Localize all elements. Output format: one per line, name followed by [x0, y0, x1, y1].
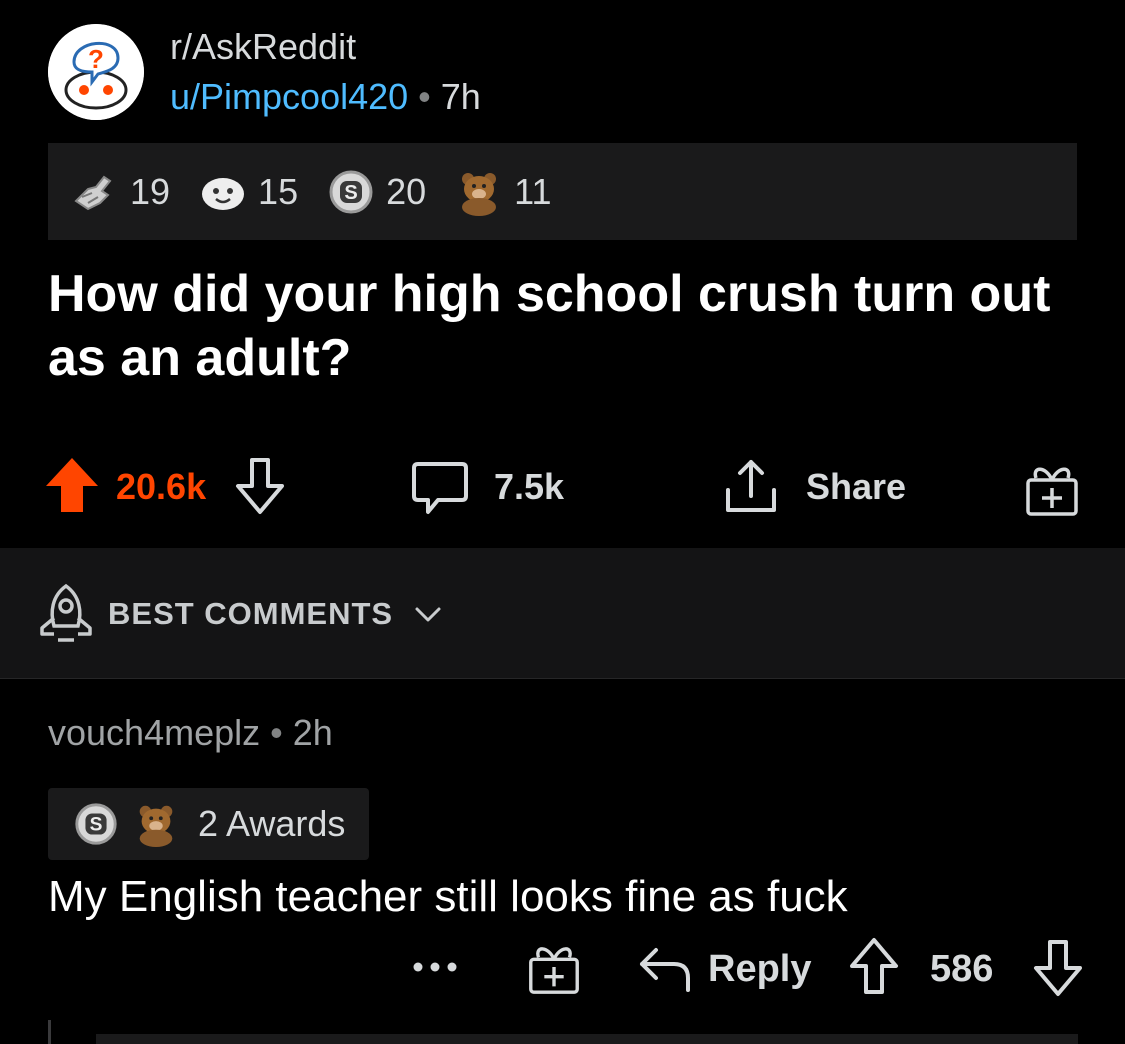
askreddit-logo-icon: ? — [48, 24, 144, 120]
comment-bubble-icon[interactable] — [410, 458, 470, 520]
post-title: How did your high school crush turn out … — [48, 265, 1051, 387]
post-score: 20.6k — [116, 466, 207, 507]
upvote-arrow-icon[interactable] — [44, 456, 100, 516]
meta-separator: • — [418, 76, 431, 117]
svg-text:S: S — [344, 182, 357, 204]
award-count: 19 — [130, 170, 171, 212]
comments-count[interactable]: 7.5k — [494, 466, 564, 508]
award-silver: S 20 — [326, 167, 426, 217]
rocket-icon — [40, 583, 92, 642]
comment-awards-count: 2 Awards — [198, 803, 346, 844]
helping-hand-award-icon — [74, 175, 112, 210]
chevron-down-icon[interactable] — [414, 600, 442, 628]
post-author[interactable]: u/Pimpcool420 — [170, 76, 408, 117]
award-count: 15 — [258, 170, 299, 212]
reply-button[interactable]: Reply — [708, 948, 811, 991]
subreddit-avatar[interactable]: ? — [48, 24, 144, 120]
silver-award-icon: S — [329, 170, 373, 213]
share-icon[interactable] — [722, 456, 780, 518]
award-bear: 11 — [454, 167, 552, 217]
comment-author[interactable]: vouch4meplz — [48, 712, 260, 753]
award-count: 20 — [386, 170, 427, 212]
wholesome-award-icon — [202, 177, 245, 210]
bear-award-icon — [462, 172, 497, 216]
silver-award-icon: S — [75, 803, 117, 845]
post-age: 7h — [440, 76, 481, 117]
award-wholesome: 15 — [198, 167, 298, 217]
downvote-arrow-icon[interactable] — [1030, 938, 1086, 1000]
svg-text:S: S — [90, 815, 103, 836]
comment-body: My English teacher still looks fine as f… — [48, 872, 848, 921]
comment-sort-bar[interactable]: BEST COMMENTS — [0, 548, 1125, 679]
award-count: 11 — [514, 170, 552, 212]
meta-separator: • — [270, 712, 283, 753]
thread-line[interactable] — [48, 1020, 51, 1044]
more-options-icon[interactable] — [406, 952, 464, 982]
give-award-gift-icon[interactable] — [524, 938, 584, 998]
post-awards-bar[interactable]: 19 15 S 20 11 — [48, 143, 1077, 240]
downvote-arrow-icon[interactable] — [232, 456, 288, 516]
award-helping-hand: 19 — [70, 167, 170, 217]
post-action-bar: 20.6k 7.5k Share — [0, 452, 1125, 524]
comment-score: 586 — [930, 948, 994, 990]
subreddit-name[interactable]: r/AskReddit — [170, 26, 356, 68]
comment-meta: vouch4meplz • 2h — [48, 712, 333, 754]
next-comment-awards — [96, 1034, 1078, 1044]
share-button[interactable]: Share — [806, 466, 906, 508]
give-award-gift-icon[interactable] — [1022, 458, 1082, 520]
reply-arrow-icon[interactable] — [636, 940, 694, 996]
upvote-arrow-icon[interactable] — [846, 936, 902, 998]
sort-label[interactable]: BEST COMMENTS — [108, 596, 393, 632]
post-meta: u/Pimpcool420 • 7h — [170, 76, 481, 118]
comment-action-bar: Reply 586 — [0, 936, 1125, 1000]
comment-awards[interactable]: S 2 Awards — [48, 788, 370, 860]
svg-text:?: ? — [88, 44, 104, 74]
bear-award-icon — [139, 805, 173, 848]
comment-age: 2h — [292, 712, 333, 753]
